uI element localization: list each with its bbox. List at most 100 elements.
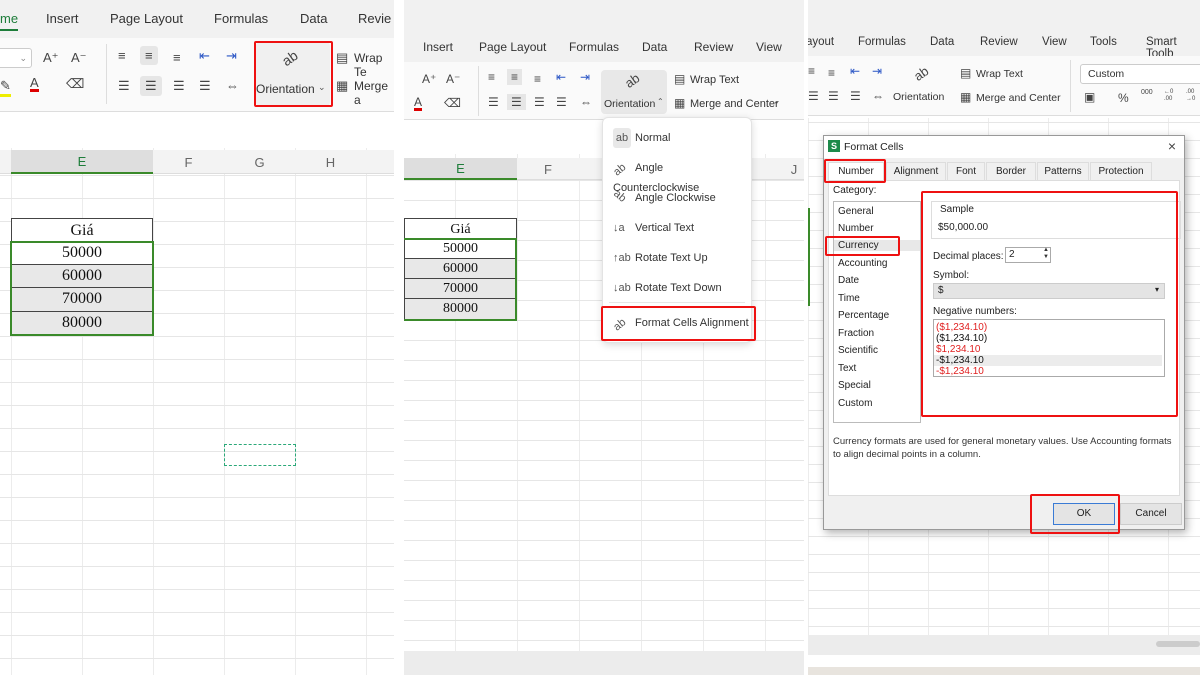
decrease-decimal-icon[interactable]: .00 →0 [1186,89,1200,103]
merge-icon[interactable]: ▦ [960,90,971,104]
close-icon[interactable]: × [1168,138,1176,154]
category-item[interactable]: Fraction [838,328,874,339]
column-header-h[interactable]: H [295,155,366,170]
highlight-color-icon[interactable]: ✎ [0,78,11,97]
wrap-text-label[interactable]: Wrap Text [976,68,1023,80]
menu-item-normal[interactable]: ab Normal [613,128,670,148]
orientation-label[interactable]: Orientation [893,91,944,103]
column-header-f[interactable]: F [517,162,579,177]
align-middle-icon[interactable]: ≡ [808,64,815,78]
decrease-indent-icon[interactable]: ⇤ [850,64,860,78]
tab-view[interactable]: View [756,40,782,54]
category-item[interactable]: Custom [838,398,872,409]
distributed-icon[interactable]: ⇔ [872,89,884,103]
distributed-icon[interactable]: ⇔ [226,78,239,93]
category-item[interactable]: Text [838,363,856,374]
tab-alignment[interactable]: Alignment [886,162,946,180]
justify-icon[interactable]: ☰ [556,95,567,109]
align-left-icon[interactable]: ☰ [488,95,499,109]
orientation-button[interactable]: ab Orientation ⌃ [601,70,667,114]
tab-data[interactable]: Data [300,11,327,26]
menu-item-angle-clockwise[interactable]: ab Angle Clockwise [611,188,715,208]
menu-item-rotate-text-down[interactable]: ↓ab Rotate Text Down [613,278,722,298]
tab-formulas[interactable]: Formulas [214,11,268,26]
justify-icon[interactable]: ☰ [850,89,861,103]
cancel-button[interactable]: Cancel [1120,503,1182,525]
merge-icon[interactable]: ▦ [336,78,348,94]
scrollbar-thumb[interactable] [1156,641,1200,647]
category-list[interactable]: General Number Currency Accounting Date … [833,201,921,423]
align-center-icon[interactable]: ☰ [808,89,819,103]
merge-label[interactable]: Merge a [354,79,394,107]
align-left-icon[interactable]: ☰ [118,78,130,94]
tab-patterns[interactable]: Patterns [1037,162,1089,180]
justify-icon[interactable]: ☰ [199,78,211,94]
decrease-font-icon[interactable]: A⁻ [71,50,87,66]
align-center-icon[interactable]: ☰ [140,76,162,96]
tab-review[interactable]: Revie [358,11,391,26]
increase-indent-icon[interactable]: ⇥ [872,64,882,78]
chevron-down-icon[interactable]: ⌄ [773,97,780,106]
increase-font-icon[interactable]: A⁺ [43,50,59,66]
align-bottom-icon[interactable]: ≡ [534,72,541,86]
increase-indent-icon[interactable]: ⇥ [226,48,237,64]
wrap-text-label[interactable]: Wrap Text [690,74,739,86]
tab-page-layout[interactable]: Page Layout [110,11,183,26]
tab-review[interactable]: Review [694,40,733,54]
number-format-dropdown[interactable]: Custom [1080,64,1200,84]
column-header-e[interactable]: E [404,158,517,180]
category-item[interactable]: Scientific [838,345,878,356]
decrease-font-icon[interactable]: A⁻ [446,72,460,86]
clear-format-icon[interactable]: ⌫ [444,96,461,110]
clear-format-icon[interactable]: ⌫ [66,76,84,92]
thousands-separator-icon[interactable]: 000 [1141,89,1153,96]
merge-label[interactable]: Merge and Center [690,98,779,110]
tab-insert[interactable]: Insert [423,40,453,54]
tab-home[interactable]: me [0,11,19,31]
align-right-icon[interactable]: ☰ [828,89,839,103]
tab-insert[interactable]: Insert [46,11,79,26]
column-header-g[interactable]: G [224,155,295,170]
category-item[interactable]: Special [838,380,871,391]
tab-formulas[interactable]: Formulas [569,40,619,54]
category-item[interactable]: Date [838,275,859,286]
font-color-icon[interactable]: A [414,96,423,111]
align-bottom-icon[interactable]: ≡ [828,66,835,80]
tab-data[interactable]: Data [642,40,667,54]
increase-font-icon[interactable]: A⁺ [422,72,436,86]
align-right-icon[interactable]: ☰ [173,78,185,94]
currency-format-icon[interactable]: ▣ [1084,90,1095,104]
increase-indent-icon[interactable]: ⇥ [580,70,590,84]
align-middle-icon[interactable]: ≡ [140,46,158,65]
align-right-icon[interactable]: ☰ [534,95,545,109]
tab-protection[interactable]: Protection [1090,162,1152,180]
align-center-icon[interactable]: ☰ [507,94,526,110]
tab-page-layout[interactable]: Page Layout [479,40,546,54]
decrease-indent-icon[interactable]: ⇤ [199,48,210,64]
align-bottom-icon[interactable]: ≡ [173,50,181,65]
decrease-indent-icon[interactable]: ⇤ [556,70,566,84]
menu-item-vertical-text[interactable]: ↓a Vertical Text [613,218,694,238]
column-header-f[interactable]: F [153,155,224,170]
menu-item-rotate-text-up[interactable]: ↑ab Rotate Text Up [613,248,708,268]
category-item[interactable]: Accounting [838,258,887,269]
column-header-j[interactable]: J [784,162,804,177]
cell-header-gia[interactable]: Giá [11,218,153,242]
tab-page-layout[interactable]: ayout [808,36,834,48]
tab-view[interactable]: View [1042,36,1067,48]
align-top-icon[interactable]: ≡ [488,70,495,84]
tab-font[interactable]: Font [947,162,985,180]
cell-header-gia[interactable]: Giá [404,218,517,239]
tab-formulas[interactable]: Formulas [858,36,906,48]
percent-icon[interactable]: % [1118,91,1129,105]
wrap-text-icon[interactable]: ▤ [336,50,348,66]
tab-data[interactable]: Data [930,36,954,48]
column-header-e[interactable]: E [11,150,153,174]
menu-item-angle-counterclockwise[interactable]: ab Angle Counterclockwise [611,158,751,194]
increase-decimal-icon[interactable]: ←0 .00 [1164,89,1178,103]
distributed-icon[interactable]: ⇔ [580,95,592,109]
orientation-icon[interactable]: ab [911,63,931,84]
category-item[interactable]: General [838,206,874,217]
category-item[interactable]: Percentage [838,310,889,321]
font-color-icon[interactable]: A [30,76,39,92]
